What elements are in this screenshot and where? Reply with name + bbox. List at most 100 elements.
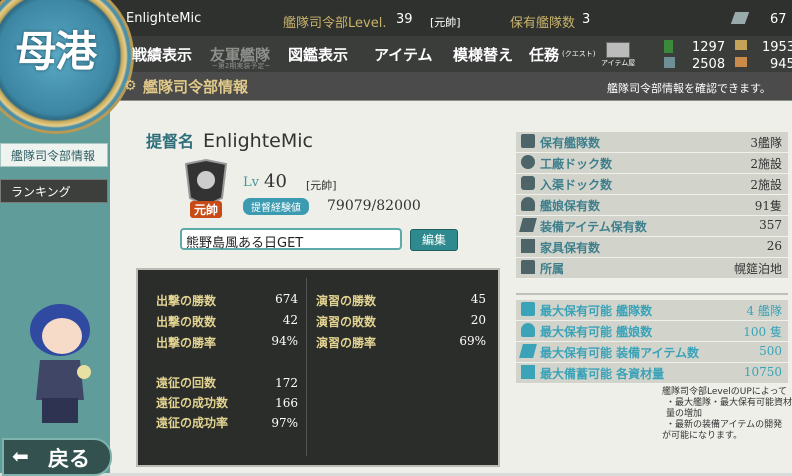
back-button[interactable]: ⬅ 戻る	[2, 438, 112, 476]
info-value: 357	[759, 218, 782, 232]
back-button-label: 戻る	[48, 446, 90, 471]
section-title: 艦隊司令部情報	[143, 78, 249, 96]
info-row-equipment: 装備アイテム保有数 357	[516, 216, 788, 237]
max-value: 500	[759, 344, 782, 358]
note-line: が可能になります。	[662, 431, 743, 441]
battle-stats-panel: 出撃の勝数 674 出撃の敗数 42 出撃の勝率 94% 演習の勝数 45 演習…	[136, 268, 500, 467]
info-label: 家具保有数	[540, 241, 601, 255]
expedition-rate-value: 97%	[271, 416, 298, 430]
info-label: 工廠ドック数	[540, 157, 613, 171]
admiral-name-label: 提督名	[146, 132, 195, 151]
side-hq-info-tab[interactable]: 艦隊司令部情報	[0, 143, 108, 167]
nav-items[interactable]: アイテム	[374, 44, 433, 65]
level-up-note: 艦隊司令部LevelのUPによって ・最大艦隊・最大保有可能資材量の増加 ・最新…	[662, 387, 792, 442]
info-row-shipgirls: 艦娘保有数 91隻	[516, 195, 788, 216]
sortie-wins-value: 674	[275, 292, 298, 306]
nav-friend-fleet-note: ~第2期実装予定~	[212, 62, 271, 70]
info-label: 保有艦隊数	[540, 136, 601, 150]
secretary-ship-character[interactable]	[20, 290, 100, 425]
exercise-winrate-label: 演習の勝率	[316, 336, 377, 350]
hq-level-label: 艦隊司令部Level.	[283, 16, 387, 31]
gear-icon	[521, 155, 535, 169]
note-line: 艦隊司令部LevelのUPによって	[662, 387, 788, 397]
ammo-value: 1953	[762, 40, 792, 55]
storage-icon	[521, 365, 535, 379]
comment-field[interactable]: 熊野島風ある日GET	[180, 228, 402, 251]
fuel-icon	[664, 40, 673, 53]
dev-material-value: 67	[770, 12, 787, 27]
admiral-name: EnlighteMic	[126, 11, 202, 26]
info-row-build-docks: 工廠ドック数 2施設	[516, 153, 788, 174]
expedition-success-label: 遠征の成功数	[156, 396, 229, 410]
side-ranking-tab[interactable]: ランキング	[0, 179, 108, 203]
sortie-winrate-value: 94%	[271, 334, 298, 348]
sortie-wins-label: 出撃の勝数	[156, 294, 217, 308]
exercise-winrate-value: 69%	[459, 334, 486, 348]
exercise-losses-value: 20	[470, 313, 486, 327]
info-row-repair-docks: 入渠ドック数 2施設	[516, 174, 788, 195]
max-row-equipment: 最大保有可能 装備アイテム数 500	[516, 342, 788, 363]
exercise-losses-label: 演習の敗数	[316, 315, 377, 329]
nav-quests[interactable]: 任務	[529, 44, 559, 65]
profile-rank: [元帥]	[306, 179, 337, 192]
info-value: 26	[766, 239, 782, 253]
fleet-icon	[521, 302, 535, 316]
nav-quests-sub: (クエスト)	[562, 50, 596, 58]
nav-record[interactable]: 戦績表示	[132, 44, 192, 65]
bauxite-value: 945	[770, 57, 792, 72]
fleet-count-value: 3	[582, 12, 591, 27]
exp-badge: 提督経験値	[243, 198, 309, 215]
note-line: ・最新の装備アイテムの開発	[666, 420, 783, 430]
info-value: 3艦隊	[750, 136, 782, 150]
max-row-fleets: 最大保有可能 艦隊数 4 艦隊	[516, 300, 788, 321]
info-value: 2施設	[750, 178, 782, 192]
exercise-wins-value: 45	[470, 292, 486, 306]
max-row-shipgirls: 最大保有可能 艦娘数 100 隻	[516, 321, 788, 342]
info-row-fleets: 保有艦隊数 3艦隊	[516, 132, 788, 153]
info-row-affiliation: 所属 幌筵泊地	[516, 258, 788, 279]
max-value: 100 隻	[743, 325, 782, 339]
max-label: 最大保有可能 艦娘数	[540, 325, 653, 339]
back-arrow-icon: ⬅	[12, 444, 29, 468]
fleet-count-label: 保有艦隊数	[510, 16, 576, 31]
info-label: 装備アイテム保有数	[540, 220, 647, 234]
girl-icon	[521, 323, 535, 337]
rank-label: [元帥]	[430, 16, 461, 29]
port-button-label[interactable]: 母港	[0, 18, 110, 79]
exp-value: 79079/82000	[327, 198, 421, 214]
info-separator	[516, 293, 788, 295]
equip-icon	[519, 218, 537, 232]
info-label: 艦娘保有数	[540, 199, 601, 213]
info-value: 幌筵泊地	[733, 262, 782, 276]
level-value: 40	[264, 171, 287, 192]
item-shop-label[interactable]: アイテム屋	[601, 58, 635, 68]
equip-icon	[519, 344, 537, 358]
max-label: 最大保有可能 艦隊数	[540, 304, 653, 318]
expedition-count-value: 172	[275, 376, 298, 390]
furniture-icon	[521, 239, 535, 253]
info-label: 入渠ドック数	[540, 178, 613, 192]
sortie-losses-value: 42	[282, 313, 298, 327]
rank-badge: 元帥	[190, 201, 223, 218]
level-prefix: Lv	[243, 175, 259, 190]
sortie-losses-label: 出撃の敗数	[156, 315, 217, 329]
max-value: 10750	[743, 365, 782, 379]
base-icon	[521, 260, 535, 274]
item-shop-icon[interactable]	[606, 42, 630, 58]
hq-level-value: 39	[396, 12, 413, 27]
info-value: 91隻	[754, 199, 782, 213]
info-label: 所属	[540, 262, 565, 276]
info-row-furniture: 家具保有数 26	[516, 237, 788, 258]
edit-comment-button[interactable]: 編集	[410, 229, 458, 251]
nav-library[interactable]: 図鑑表示	[288, 44, 348, 65]
max-label: 最大保有可能 装備アイテム数	[540, 346, 699, 360]
section-hint: 艦隊司令部情報を確認できます。	[607, 82, 771, 95]
steel-icon	[664, 57, 675, 68]
nav-furniture[interactable]: 模様替え	[453, 44, 513, 65]
max-label: 最大備蓄可能 各資材量	[540, 367, 665, 381]
fleet-icon	[521, 134, 535, 148]
fuel-value: 1297	[692, 40, 726, 55]
bauxite-icon	[735, 57, 747, 67]
expedition-rate-label: 遠征の成功率	[156, 416, 229, 430]
ammo-icon	[735, 40, 747, 50]
